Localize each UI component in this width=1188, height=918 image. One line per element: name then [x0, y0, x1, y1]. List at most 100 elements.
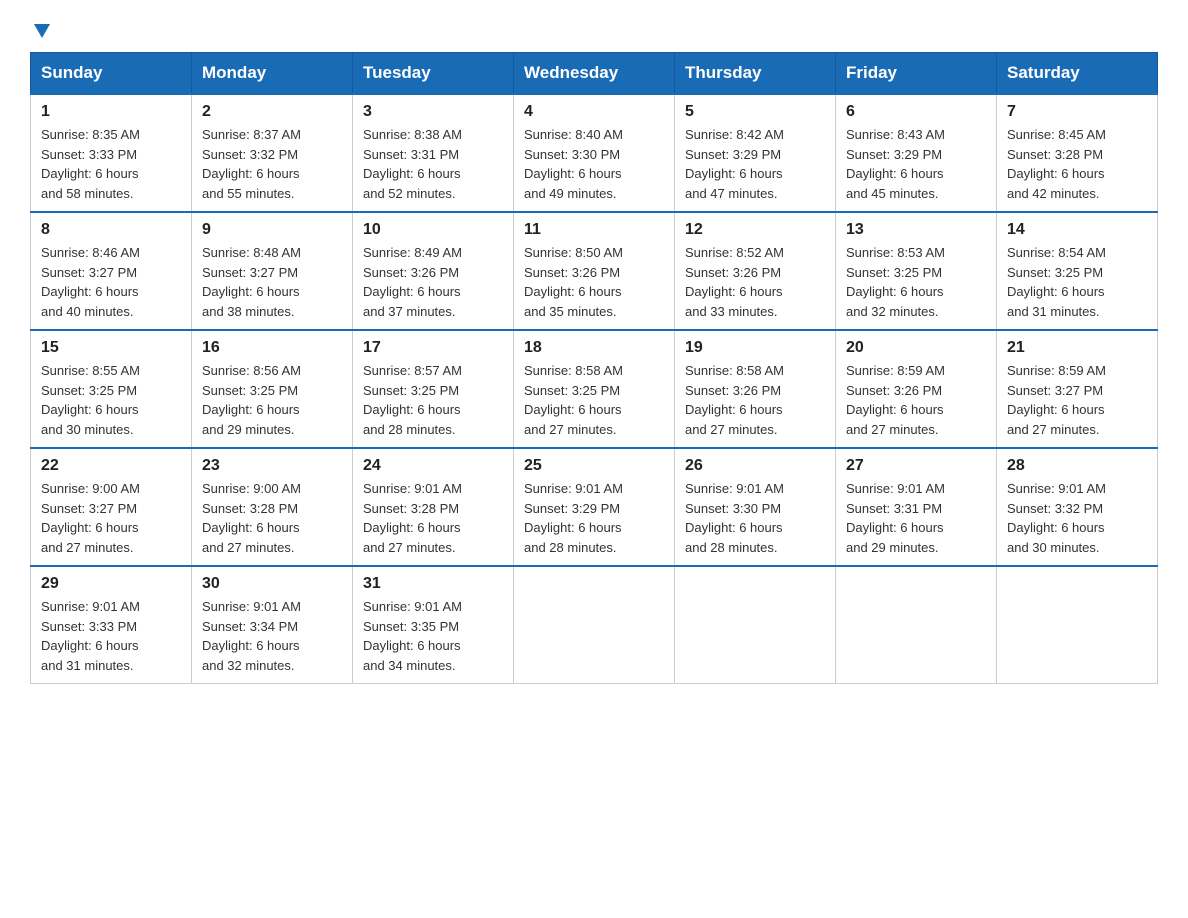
calendar-header-saturday: Saturday	[997, 53, 1158, 95]
day-number: 31	[363, 575, 503, 593]
calendar-cell: 21 Sunrise: 8:59 AM Sunset: 3:27 PM Dayl…	[997, 330, 1158, 448]
calendar-cell: 8 Sunrise: 8:46 AM Sunset: 3:27 PM Dayli…	[31, 212, 192, 330]
logo	[30, 20, 50, 36]
day-number: 16	[202, 339, 342, 357]
day-info: Sunrise: 8:55 AM Sunset: 3:25 PM Dayligh…	[41, 361, 181, 439]
calendar-cell: 13 Sunrise: 8:53 AM Sunset: 3:25 PM Dayl…	[836, 212, 997, 330]
day-number: 17	[363, 339, 503, 357]
page-header	[30, 20, 1158, 36]
calendar-cell	[675, 566, 836, 684]
calendar-header-monday: Monday	[192, 53, 353, 95]
day-number: 4	[524, 103, 664, 121]
day-info: Sunrise: 8:52 AM Sunset: 3:26 PM Dayligh…	[685, 243, 825, 321]
calendar-cell: 26 Sunrise: 9:01 AM Sunset: 3:30 PM Dayl…	[675, 448, 836, 566]
day-number: 1	[41, 103, 181, 121]
day-number: 27	[846, 457, 986, 475]
day-number: 23	[202, 457, 342, 475]
calendar-cell: 4 Sunrise: 8:40 AM Sunset: 3:30 PM Dayli…	[514, 94, 675, 212]
day-info: Sunrise: 9:00 AM Sunset: 3:27 PM Dayligh…	[41, 479, 181, 557]
day-number: 9	[202, 221, 342, 239]
day-number: 5	[685, 103, 825, 121]
calendar-cell: 29 Sunrise: 9:01 AM Sunset: 3:33 PM Dayl…	[31, 566, 192, 684]
calendar-header-wednesday: Wednesday	[514, 53, 675, 95]
calendar-cell	[997, 566, 1158, 684]
calendar-cell: 5 Sunrise: 8:42 AM Sunset: 3:29 PM Dayli…	[675, 94, 836, 212]
day-info: Sunrise: 8:54 AM Sunset: 3:25 PM Dayligh…	[1007, 243, 1147, 321]
day-number: 15	[41, 339, 181, 357]
day-info: Sunrise: 8:35 AM Sunset: 3:33 PM Dayligh…	[41, 125, 181, 203]
day-info: Sunrise: 8:37 AM Sunset: 3:32 PM Dayligh…	[202, 125, 342, 203]
calendar-header-sunday: Sunday	[31, 53, 192, 95]
day-info: Sunrise: 8:45 AM Sunset: 3:28 PM Dayligh…	[1007, 125, 1147, 203]
calendar-week-row: 15 Sunrise: 8:55 AM Sunset: 3:25 PM Dayl…	[31, 330, 1158, 448]
day-info: Sunrise: 8:50 AM Sunset: 3:26 PM Dayligh…	[524, 243, 664, 321]
day-info: Sunrise: 8:59 AM Sunset: 3:26 PM Dayligh…	[846, 361, 986, 439]
day-info: Sunrise: 8:48 AM Sunset: 3:27 PM Dayligh…	[202, 243, 342, 321]
day-info: Sunrise: 9:01 AM Sunset: 3:34 PM Dayligh…	[202, 597, 342, 675]
day-number: 8	[41, 221, 181, 239]
calendar-cell: 6 Sunrise: 8:43 AM Sunset: 3:29 PM Dayli…	[836, 94, 997, 212]
calendar-week-row: 29 Sunrise: 9:01 AM Sunset: 3:33 PM Dayl…	[31, 566, 1158, 684]
calendar-cell: 22 Sunrise: 9:00 AM Sunset: 3:27 PM Dayl…	[31, 448, 192, 566]
calendar-cell: 11 Sunrise: 8:50 AM Sunset: 3:26 PM Dayl…	[514, 212, 675, 330]
calendar-cell: 24 Sunrise: 9:01 AM Sunset: 3:28 PM Dayl…	[353, 448, 514, 566]
day-info: Sunrise: 8:58 AM Sunset: 3:26 PM Dayligh…	[685, 361, 825, 439]
day-info: Sunrise: 8:40 AM Sunset: 3:30 PM Dayligh…	[524, 125, 664, 203]
day-number: 12	[685, 221, 825, 239]
day-number: 30	[202, 575, 342, 593]
day-info: Sunrise: 8:56 AM Sunset: 3:25 PM Dayligh…	[202, 361, 342, 439]
calendar-cell: 2 Sunrise: 8:37 AM Sunset: 3:32 PM Dayli…	[192, 94, 353, 212]
calendar-cell: 9 Sunrise: 8:48 AM Sunset: 3:27 PM Dayli…	[192, 212, 353, 330]
day-number: 25	[524, 457, 664, 475]
day-number: 24	[363, 457, 503, 475]
calendar-table: SundayMondayTuesdayWednesdayThursdayFrid…	[30, 52, 1158, 684]
calendar-cell: 15 Sunrise: 8:55 AM Sunset: 3:25 PM Dayl…	[31, 330, 192, 448]
day-number: 26	[685, 457, 825, 475]
calendar-cell	[836, 566, 997, 684]
day-number: 7	[1007, 103, 1147, 121]
calendar-cell: 30 Sunrise: 9:01 AM Sunset: 3:34 PM Dayl…	[192, 566, 353, 684]
day-info: Sunrise: 9:01 AM Sunset: 3:29 PM Dayligh…	[524, 479, 664, 557]
day-info: Sunrise: 9:01 AM Sunset: 3:33 PM Dayligh…	[41, 597, 181, 675]
calendar-week-row: 1 Sunrise: 8:35 AM Sunset: 3:33 PM Dayli…	[31, 94, 1158, 212]
calendar-header-row: SundayMondayTuesdayWednesdayThursdayFrid…	[31, 53, 1158, 95]
calendar-cell: 28 Sunrise: 9:01 AM Sunset: 3:32 PM Dayl…	[997, 448, 1158, 566]
day-info: Sunrise: 8:38 AM Sunset: 3:31 PM Dayligh…	[363, 125, 503, 203]
calendar-cell: 18 Sunrise: 8:58 AM Sunset: 3:25 PM Dayl…	[514, 330, 675, 448]
day-number: 11	[524, 221, 664, 239]
calendar-cell: 31 Sunrise: 9:01 AM Sunset: 3:35 PM Dayl…	[353, 566, 514, 684]
calendar-cell: 12 Sunrise: 8:52 AM Sunset: 3:26 PM Dayl…	[675, 212, 836, 330]
calendar-header-tuesday: Tuesday	[353, 53, 514, 95]
day-number: 10	[363, 221, 503, 239]
day-number: 19	[685, 339, 825, 357]
day-info: Sunrise: 9:01 AM Sunset: 3:35 PM Dayligh…	[363, 597, 503, 675]
calendar-cell: 3 Sunrise: 8:38 AM Sunset: 3:31 PM Dayli…	[353, 94, 514, 212]
day-info: Sunrise: 8:59 AM Sunset: 3:27 PM Dayligh…	[1007, 361, 1147, 439]
day-number: 14	[1007, 221, 1147, 239]
calendar-cell: 19 Sunrise: 8:58 AM Sunset: 3:26 PM Dayl…	[675, 330, 836, 448]
calendar-cell: 20 Sunrise: 8:59 AM Sunset: 3:26 PM Dayl…	[836, 330, 997, 448]
day-info: Sunrise: 8:46 AM Sunset: 3:27 PM Dayligh…	[41, 243, 181, 321]
day-info: Sunrise: 9:00 AM Sunset: 3:28 PM Dayligh…	[202, 479, 342, 557]
calendar-cell: 16 Sunrise: 8:56 AM Sunset: 3:25 PM Dayl…	[192, 330, 353, 448]
calendar-cell: 7 Sunrise: 8:45 AM Sunset: 3:28 PM Dayli…	[997, 94, 1158, 212]
day-number: 22	[41, 457, 181, 475]
day-number: 21	[1007, 339, 1147, 357]
calendar-cell	[514, 566, 675, 684]
day-number: 28	[1007, 457, 1147, 475]
calendar-week-row: 8 Sunrise: 8:46 AM Sunset: 3:27 PM Dayli…	[31, 212, 1158, 330]
day-number: 20	[846, 339, 986, 357]
day-number: 6	[846, 103, 986, 121]
day-info: Sunrise: 8:42 AM Sunset: 3:29 PM Dayligh…	[685, 125, 825, 203]
day-info: Sunrise: 8:49 AM Sunset: 3:26 PM Dayligh…	[363, 243, 503, 321]
day-number: 18	[524, 339, 664, 357]
day-info: Sunrise: 9:01 AM Sunset: 3:32 PM Dayligh…	[1007, 479, 1147, 557]
day-number: 3	[363, 103, 503, 121]
day-info: Sunrise: 8:43 AM Sunset: 3:29 PM Dayligh…	[846, 125, 986, 203]
calendar-week-row: 22 Sunrise: 9:00 AM Sunset: 3:27 PM Dayl…	[31, 448, 1158, 566]
day-info: Sunrise: 8:53 AM Sunset: 3:25 PM Dayligh…	[846, 243, 986, 321]
calendar-header-friday: Friday	[836, 53, 997, 95]
calendar-cell: 14 Sunrise: 8:54 AM Sunset: 3:25 PM Dayl…	[997, 212, 1158, 330]
calendar-cell: 23 Sunrise: 9:00 AM Sunset: 3:28 PM Dayl…	[192, 448, 353, 566]
calendar-cell: 10 Sunrise: 8:49 AM Sunset: 3:26 PM Dayl…	[353, 212, 514, 330]
